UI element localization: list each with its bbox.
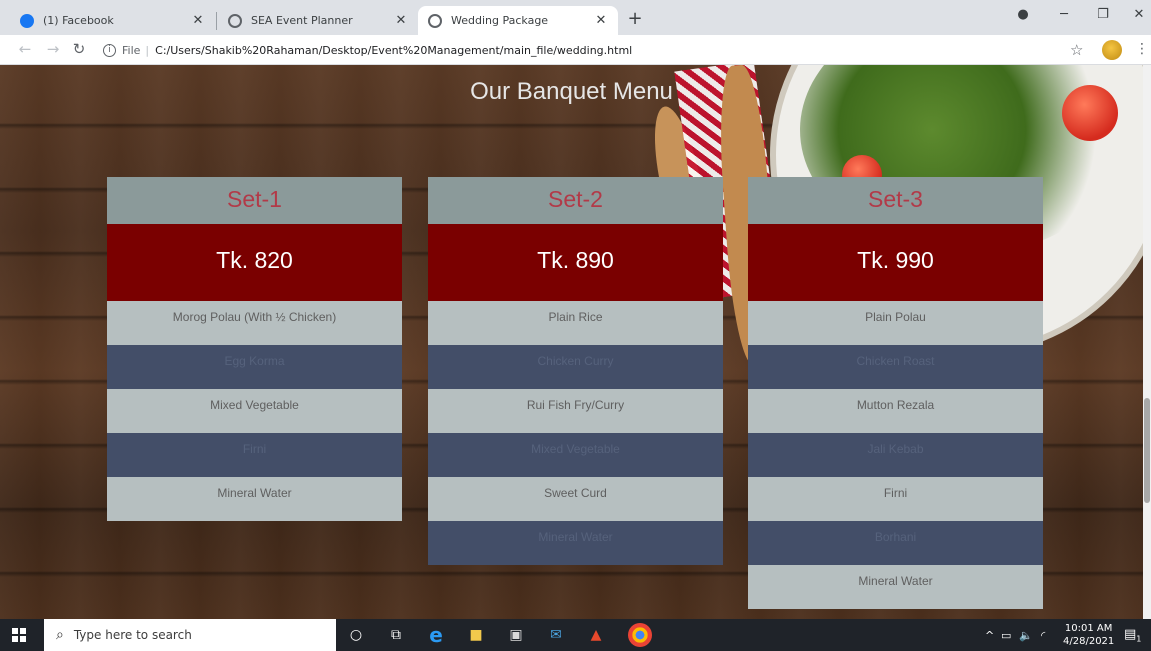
- menu-item: Chicken Roast: [748, 345, 1043, 389]
- set-title: Set-3: [748, 177, 1043, 224]
- info-icon[interactable]: i: [103, 43, 116, 57]
- page-scrollbar-track[interactable]: [1143, 65, 1151, 619]
- back-icon[interactable]: ←: [16, 40, 34, 58]
- chrome-icon[interactable]: [628, 623, 652, 647]
- wifi-icon[interactable]: ◜: [1041, 629, 1045, 642]
- search-placeholder: Type here to search: [73, 628, 192, 642]
- menu-item: Mixed Vegetable: [107, 389, 402, 433]
- restore-icon[interactable]: ❐: [1093, 7, 1113, 22]
- scheme-separator: |: [145, 43, 150, 57]
- scheme-label: File: [122, 43, 141, 57]
- battery-icon[interactable]: ▭: [1001, 629, 1011, 642]
- new-tab-button[interactable]: +: [625, 8, 645, 29]
- tab-title: SEA Event Planner: [251, 14, 353, 27]
- menu-item: Plain Polau: [748, 301, 1043, 345]
- windows-taskbar: ⌕ Type here to search ○ ⧉ e ■ ▣ ✉ ▲ ^ ▭ …: [0, 619, 1151, 651]
- reload-icon[interactable]: ↻: [70, 40, 88, 58]
- set-title: Set-1: [107, 177, 402, 224]
- browser-toolbar: ← → ↻ i File | C:/Users/Shakib%20Rahaman…: [0, 35, 1151, 65]
- taskbar-clock[interactable]: 10:01 AM 4/28/2021: [1063, 622, 1114, 648]
- address-bar[interactable]: i File | C:/Users/Shakib%20Rahaman/Deskt…: [103, 39, 1103, 61]
- mail-icon[interactable]: ✉: [546, 625, 566, 645]
- task-view-icon[interactable]: ⧉: [386, 625, 406, 645]
- menu-item: Chicken Curry: [428, 345, 723, 389]
- store-icon[interactable]: ▣: [506, 625, 526, 645]
- menu-item: Mutton Rezala: [748, 389, 1043, 433]
- menu-item: Firni: [748, 477, 1043, 521]
- minimize-icon[interactable]: ─: [1054, 7, 1074, 22]
- menu-card-set-2: Set-2 Tk. 890 Plain Rice Chicken Curry R…: [428, 177, 723, 565]
- profile-indicator-icon[interactable]: ●: [1013, 7, 1033, 22]
- globe-icon: [228, 13, 242, 28]
- close-icon[interactable]: ✕: [394, 13, 408, 28]
- set-price: Tk. 990: [748, 224, 1043, 301]
- menu-item: Plain Rice: [428, 301, 723, 345]
- volume-icon[interactable]: 🔈: [1019, 629, 1033, 642]
- menu-item: Mineral Water: [107, 477, 402, 521]
- menu-item: Rui Fish Fry/Curry: [428, 389, 723, 433]
- windows-start-icon[interactable]: [12, 628, 26, 642]
- set-price: Tk. 820: [107, 224, 402, 301]
- window-close-icon[interactable]: ✕: [1129, 7, 1149, 22]
- forward-icon[interactable]: →: [44, 40, 62, 58]
- clock-date: 4/28/2021: [1063, 636, 1115, 647]
- menu-item: Mixed Vegetable: [428, 433, 723, 477]
- tab-separator: [216, 12, 217, 30]
- edge-icon[interactable]: e: [426, 625, 446, 645]
- facebook-icon: [20, 13, 34, 28]
- menu-card-set-3: Set-3 Tk. 990 Plain Polau Chicken Roast …: [748, 177, 1043, 609]
- close-icon[interactable]: ✕: [594, 13, 608, 28]
- taskbar-search-input[interactable]: ⌕ Type here to search: [44, 619, 336, 651]
- app-icon[interactable]: ▲: [586, 625, 606, 645]
- page-scrollbar-thumb[interactable]: [1144, 398, 1150, 503]
- clock-time: 10:01 AM: [1064, 623, 1113, 634]
- url-text[interactable]: C:/Users/Shakib%20Rahaman/Desktop/Event%…: [155, 44, 632, 57]
- file-explorer-icon[interactable]: ■: [466, 625, 486, 645]
- set-price: Tk. 890: [428, 224, 723, 301]
- tab-title: Wedding Package: [451, 14, 549, 27]
- profile-avatar[interactable]: [1102, 40, 1122, 60]
- notification-icon[interactable]: ▤1: [1124, 627, 1141, 644]
- menu-item: Jali Kebab: [748, 433, 1043, 477]
- tab-sea-event-planner[interactable]: SEA Event Planner ✕: [218, 6, 418, 35]
- tab-title: (1) Facebook: [43, 14, 114, 27]
- bookmark-star-icon[interactable]: ☆: [1070, 41, 1083, 59]
- menu-item: Mineral Water: [428, 521, 723, 565]
- tab-facebook[interactable]: (1) Facebook ✕: [10, 6, 215, 35]
- notification-count: 1: [1136, 634, 1142, 644]
- page-title: Our Banquet Menu: [470, 78, 673, 105]
- tray-chevron-icon[interactable]: ^: [985, 629, 994, 642]
- menu-item: Firni: [107, 433, 402, 477]
- menu-item: Egg Korma: [107, 345, 402, 389]
- menu-item: Mineral Water: [748, 565, 1043, 609]
- set-title: Set-2: [428, 177, 723, 224]
- page-viewport: Our Banquet Menu Set-1 Tk. 820 Morog Pol…: [0, 65, 1143, 619]
- globe-icon: [428, 13, 442, 28]
- menu-kebab-icon[interactable]: ⋮: [1135, 41, 1149, 57]
- menu-item: Sweet Curd: [428, 477, 723, 521]
- menu-item: Borhani: [748, 521, 1043, 565]
- menu-item: Morog Polau (With ½ Chicken): [107, 301, 402, 345]
- search-icon: ⌕: [56, 627, 64, 643]
- menu-card-set-1: Set-1 Tk. 820 Morog Polau (With ½ Chicke…: [107, 177, 402, 521]
- tab-wedding-package[interactable]: Wedding Package ✕: [418, 6, 618, 35]
- tab-strip: (1) Facebook ✕ SEA Event Planner ✕ Weddi…: [0, 0, 1151, 35]
- close-icon[interactable]: ✕: [191, 13, 205, 28]
- cortana-icon[interactable]: ○: [346, 625, 366, 645]
